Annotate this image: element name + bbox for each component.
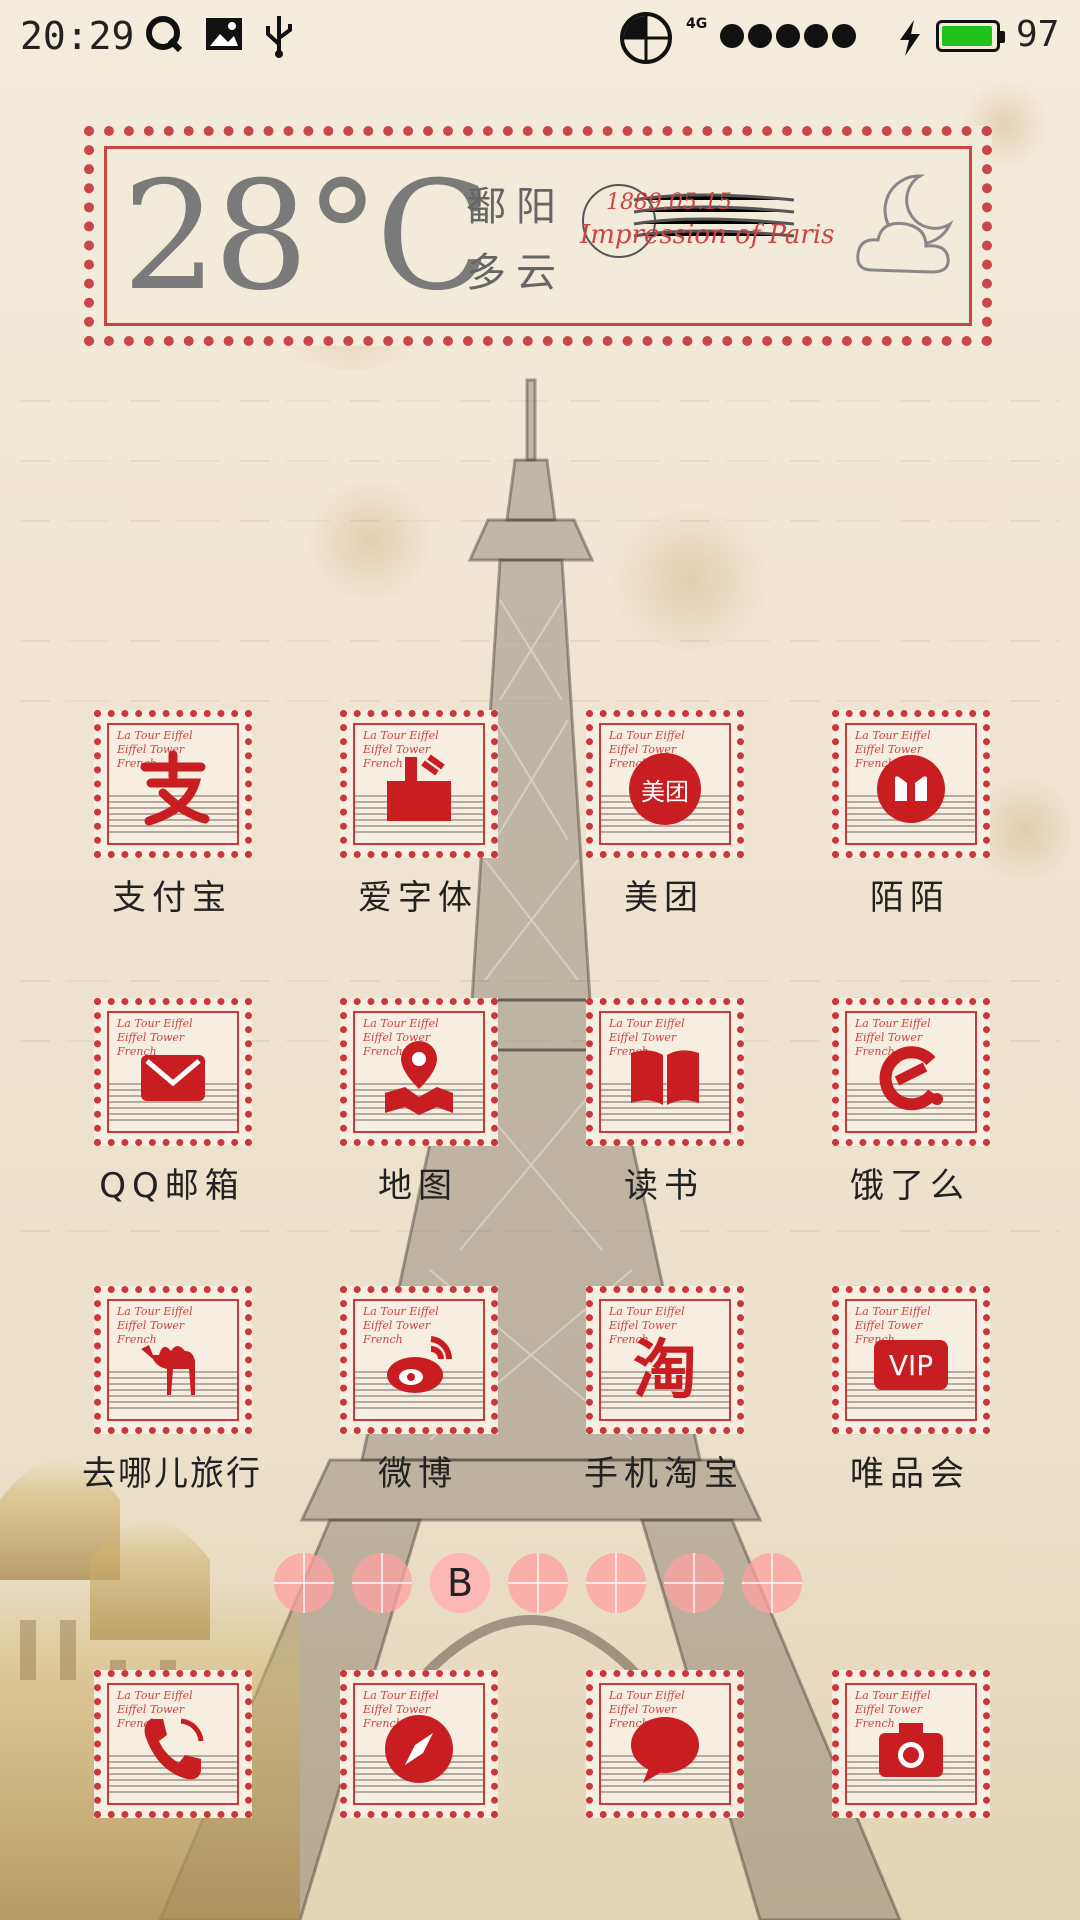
momo-icon <box>877 755 945 823</box>
stamp-frame: La Tour Eiffel Eiffel Tower French VIP <box>832 1286 990 1434</box>
font-icon <box>387 754 451 821</box>
stamp-frame: La Tour Eiffel Eiffel Tower French <box>340 1670 498 1818</box>
app-weibo[interactable]: La Tour Eiffel Eiffel Tower French 微博 <box>308 1286 528 1536</box>
app-alipay[interactable]: La Tour Eiffel Eiffel Tower French 支付宝 <box>62 710 282 960</box>
app-momo[interactable]: La Tour Eiffel Eiffel Tower French 陌陌 <box>800 710 1020 960</box>
stamp-frame: La Tour Eiffel Eiffel Tower French <box>832 1670 990 1818</box>
page-dot[interactable] <box>586 1553 646 1613</box>
app-label: 地图 <box>378 1166 458 1206</box>
app-label: 爱字体 <box>358 878 478 918</box>
postmark-text: Impression of Paris <box>580 220 835 250</box>
cloudy-night-icon <box>856 174 954 274</box>
app-label: 饿了么 <box>850 1166 970 1206</box>
dock-browser[interactable]: La Tour Eiffel Eiffel Tower French <box>308 1670 528 1920</box>
message-icon <box>631 1717 699 1783</box>
stamp-frame: La Tour Eiffel Eiffel Tower French 淘 <box>586 1286 744 1434</box>
camera-icon <box>879 1723 943 1777</box>
weibo-icon <box>387 1336 453 1393</box>
stamp-frame: La Tour Eiffel Eiffel Tower French 美团 <box>586 710 744 858</box>
q-icon <box>146 16 183 53</box>
app-label: 手机淘宝 <box>584 1454 744 1494</box>
app-label: 陌陌 <box>870 878 950 918</box>
status-bar: 20:29 4G 97 <box>0 0 1080 75</box>
alipay-icon <box>140 750 210 826</box>
taobao-icon: 淘 <box>633 1334 697 1408</box>
stamp-frame: La Tour Eiffel Eiffel Tower French <box>94 1670 252 1818</box>
city-name: 鄱阳 <box>466 184 566 230</box>
charging-icon <box>900 20 920 56</box>
dock-camera[interactable]: La Tour Eiffel Eiffel Tower French <box>800 1670 1020 1920</box>
page-indicator: B <box>274 1553 802 1613</box>
page-dot[interactable] <box>664 1553 724 1613</box>
app-meituan[interactable]: La Tour Eiffel Eiffel Tower French 美团 美团 <box>554 710 774 960</box>
app-aiziti[interactable]: La Tour Eiffel Eiffel Tower French 爱字体 <box>308 710 528 960</box>
book-icon <box>631 1050 699 1105</box>
stamp-frame: La Tour Eiffel Eiffel Tower French <box>340 998 498 1146</box>
app-label: 微博 <box>378 1454 458 1494</box>
stamp-frame: La Tour Eiffel Eiffel Tower French <box>94 1286 252 1434</box>
meituan-icon: 美团 <box>629 753 701 825</box>
stamp-frame: La Tour Eiffel Eiffel Tower French <box>832 710 990 858</box>
app-label: QQ邮箱 <box>99 1166 245 1206</box>
postmark-date: 1889.05.15 <box>606 190 732 215</box>
page-dot[interactable] <box>508 1553 568 1613</box>
page-dot[interactable] <box>742 1553 802 1613</box>
dock-phone[interactable]: La Tour Eiffel Eiffel Tower French <box>62 1670 282 1920</box>
stamp-frame: La Tour Eiffel Eiffel Tower French <box>340 710 498 858</box>
stamp-frame: La Tour Eiffel Eiffel Tower French <box>94 710 252 858</box>
page-dot[interactable] <box>274 1553 334 1613</box>
temperature: 28°C <box>122 150 491 324</box>
app-label: 去哪儿旅行 <box>82 1454 262 1494</box>
vip-icon: VIP <box>874 1340 948 1390</box>
camel-icon <box>141 1345 195 1395</box>
dock-messages[interactable]: La Tour Eiffel Eiffel Tower French <box>554 1670 774 1920</box>
weather-condition: 多云 <box>466 250 566 296</box>
usb-icon <box>266 16 292 58</box>
stamp-frame: La Tour Eiffel Eiffel Tower French <box>586 998 744 1146</box>
phone-icon <box>144 1718 204 1780</box>
compass-icon <box>385 1715 453 1783</box>
map-icon <box>385 1041 453 1115</box>
app-label: 支付宝 <box>112 878 232 918</box>
image-icon <box>206 18 242 50</box>
page-dot-active[interactable]: B <box>430 1553 490 1613</box>
stamp-frame: La Tour Eiffel Eiffel Tower French <box>832 998 990 1146</box>
vpn-target-icon <box>620 12 672 64</box>
stamp-frame: La Tour Eiffel Eiffel Tower French <box>340 1286 498 1434</box>
battery-percent: 97 <box>1016 14 1060 55</box>
status-time: 20:29 <box>20 14 135 58</box>
app-label: 读书 <box>624 1166 704 1206</box>
app-reading[interactable]: La Tour Eiffel Eiffel Tower French 读书 <box>554 998 774 1248</box>
mail-icon <box>141 1055 205 1101</box>
app-taobao[interactable]: La Tour Eiffel Eiffel Tower French 淘 手机淘宝 <box>554 1286 774 1536</box>
stamp-frame: La Tour Eiffel Eiffel Tower French <box>94 998 252 1146</box>
app-qqmail[interactable]: La Tour Eiffel Eiffel Tower French QQ邮箱 <box>62 998 282 1248</box>
eleme-icon <box>879 1046 943 1111</box>
app-eleme[interactable]: La Tour Eiffel Eiffel Tower French 饿了么 <box>800 998 1020 1248</box>
app-label: 唯品会 <box>850 1454 970 1494</box>
app-qunar[interactable]: La Tour Eiffel Eiffel Tower French 去哪儿旅行 <box>62 1286 282 1536</box>
app-label: 美团 <box>624 878 704 918</box>
app-map[interactable]: La Tour Eiffel Eiffel Tower French 地图 <box>308 998 528 1248</box>
weather-widget[interactable]: 28°C 鄱阳 多云 1889.05.15 Impression of Pari… <box>84 126 992 346</box>
battery-icon <box>936 20 1005 52</box>
app-vip[interactable]: La Tour Eiffel Eiffel Tower French VIP 唯品会 <box>800 1286 1020 1536</box>
page-dot[interactable] <box>352 1553 412 1613</box>
network-type: 4G <box>686 16 708 32</box>
signal-icon <box>720 24 856 48</box>
stamp-frame: La Tour Eiffel Eiffel Tower French <box>586 1670 744 1818</box>
